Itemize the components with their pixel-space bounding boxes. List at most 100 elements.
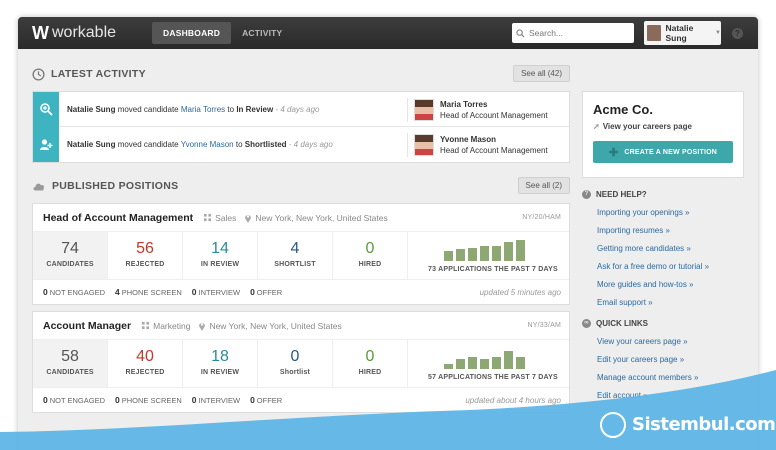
position-title-link[interactable]: Account Manager [43,320,131,332]
activity-candidate-card[interactable]: Maria Torres Head of Account Management [407,98,548,122]
application-bar [504,242,513,261]
position-header: Head of Account Management Sales New Yor… [33,204,569,232]
application-bar [516,240,525,261]
activity-candidate-card[interactable]: Yvonne Mason Head of Account Management [407,133,548,157]
application-bar [492,245,501,261]
search-input[interactable] [529,28,629,38]
activity-stage: Shortlisted [244,140,287,149]
help-link[interactable]: Email support » [597,298,744,307]
activity-text: Natalie Sung moved candidate Maria Torre… [67,105,319,114]
right-sidebar: Acme Co. ➚ View your careers page ✚ CREATE… [582,91,744,400]
workable-logo[interactable]: W workable [32,23,116,44]
stat-value: 74 [61,240,79,257]
create-position-button[interactable]: ✚ CREATE A NEW POSITION [593,141,733,163]
position-code: NY/33/AM [527,322,561,329]
applications-chart: 73 APPLICATIONS THE PAST 7 DAYS [408,232,569,279]
published-positions-title: PUBLISHED POSITIONS [52,180,179,192]
position-meta: Sales New York, New York, United States [203,213,388,223]
activity-candidate-link[interactable]: Maria Torres [181,105,225,114]
stat-rejected[interactable]: 56 REJECTED [108,232,183,279]
activity-verb: moved candidate [117,104,179,114]
position-stats: 74 CANDIDATES 56 REJECTED 14 IN REVIEW 4 SHO… [33,232,569,280]
company-name: Acme Co. [593,102,653,117]
main-nav: DASHBOARD ACTIVITY [152,22,293,44]
published-positions-header: PUBLISHED POSITIONS See all (2) [32,175,570,197]
activity-prep: to [227,104,235,114]
question-icon: ? [582,190,591,199]
stat-candidates[interactable]: 74 CANDIDATES [33,232,108,279]
quick-link[interactable]: View your careers page » [597,337,744,346]
pipeline-count: 0 [250,287,255,297]
activity-verb: moved candidate [117,140,179,149]
stat-label: SHORTLIST [274,261,316,268]
help-link[interactable]: More guides and how-tos » [597,280,744,289]
help-link[interactable]: Getting more candidates » [597,244,744,253]
pipeline-label: NOT ENGAGED [49,288,106,297]
help-link[interactable]: Ask for a free demo or tutorial » [597,262,744,271]
watermark-wave [0,370,776,450]
stat-label: REJECTED [125,261,165,268]
help-icon[interactable]: ? [732,28,743,39]
main-column: LATEST ACTIVITY See all (42) Natalie Sun… [32,63,570,413]
candidate-photo [414,134,434,156]
nav-dashboard[interactable]: DASHBOARD [152,22,232,44]
position-title-link[interactable]: Head of Account Management [43,212,193,224]
clock-icon [32,67,45,81]
position-card: Head of Account Management Sales New Yor… [32,203,570,305]
create-position-label: CREATE A NEW POSITION [624,148,718,156]
stat-in-review[interactable]: 14 IN REVIEW [183,232,258,279]
careers-page-link[interactable]: ➚ View your careers page [593,122,733,131]
activity-actor-link[interactable]: Natalie Sung [67,105,115,114]
search-box[interactable] [512,23,634,43]
stat-shortlist[interactable]: 4 SHORTLIST [258,232,333,279]
search-icon [516,28,525,38]
activity-actor-link[interactable]: Natalie Sung [67,140,115,149]
see-all-positions-button[interactable]: See all (2) [517,177,570,194]
position-department: Marketing [153,320,191,331]
quick-link[interactable]: Edit your careers page » [597,355,744,364]
department-icon [204,213,212,222]
pipeline-phone-screen[interactable]: 4 PHONE SCREEN [115,287,182,297]
help-link[interactable]: Importing resumes » [597,226,744,235]
nav-activity[interactable]: ACTIVITY [231,22,293,44]
pipeline-not-engaged[interactable]: 0 NOT ENGAGED [43,287,105,297]
user-menu[interactable]: Natalie Sung ▼ [644,21,721,45]
activity-item: Natalie Sung moved candidate Maria Torre… [33,91,569,127]
watermark-logo-icon [600,412,626,438]
stat-value: 0 [365,240,375,257]
activity-text: Natalie Sung moved candidate Yvonne Maso… [67,140,333,149]
applications-bars [444,239,564,261]
application-bar [480,359,489,369]
latest-activity-header: LATEST ACTIVITY See all (42) [32,63,570,85]
add-user-icon [33,127,59,162]
candidate-name: Yvonne Mason [440,135,497,144]
candidate-name: Maria Torres [440,100,488,109]
application-bar [480,245,489,261]
top-navbar: W workable DASHBOARD ACTIVITY Natalie Su… [18,17,758,49]
plus-icon: ✚ [608,146,619,159]
help-link[interactable]: Importing your openings » [597,208,744,217]
activity-candidate-link[interactable]: Yvonne Mason [181,140,234,149]
stat-value: 4 [290,240,300,257]
activity-list: Natalie Sung moved candidate Maria Torre… [32,91,570,163]
application-bar [444,251,453,261]
watermark-text: Sistembul.com [632,414,776,435]
stat-label: IN REVIEW [200,261,240,268]
department-icon [142,321,150,330]
avatar [647,25,662,41]
activity-prep: to [235,140,243,149]
need-help-title: NEED HELP? [596,190,647,199]
chevron-down-icon: ▼ [715,30,721,36]
candidate-role: Head of Account Management [440,111,548,120]
stat-hired[interactable]: 0 HIRED [333,232,408,279]
user-name: Natalie Sung [665,23,694,43]
pipeline-interview[interactable]: 0 INTERVIEW [192,287,240,297]
need-help-header: ? NEED HELP? [582,190,744,199]
quick-links-title: QUICK LINKS [596,319,648,328]
pipeline-label: PHONE SCREEN [121,288,182,297]
see-all-activity-button[interactable]: See all (42) [513,65,570,82]
pipeline-offer[interactable]: 0 OFFER [250,287,282,297]
application-bar [444,363,453,369]
stat-value: 0 [290,348,300,365]
stat-value: 14 [211,240,229,257]
